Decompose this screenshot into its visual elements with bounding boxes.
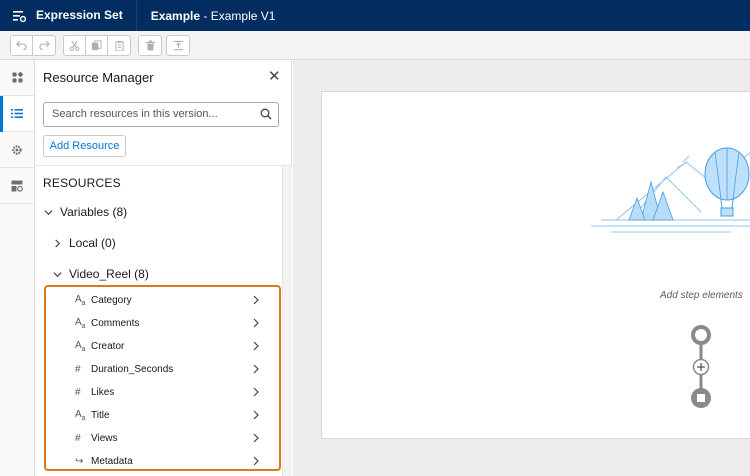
resources-icon <box>11 109 23 118</box>
elements-icon <box>11 72 23 83</box>
settings-icon <box>12 144 22 155</box>
tree-variables[interactable]: Variables (8) <box>44 205 127 219</box>
start-node-icon <box>691 325 711 345</box>
number-type-icon: # <box>75 363 81 375</box>
resource-item-label: Category <box>91 294 132 306</box>
document-title: Example - Example V1 <box>151 9 276 23</box>
text-type-icon: Aa <box>75 316 86 330</box>
chevron-right-icon <box>253 387 259 397</box>
empty-canvas-text: Add step elements <box>660 290 743 301</box>
app-name: Expression Set <box>36 8 123 22</box>
tree-video-reel[interactable]: Video_Reel (8) <box>53 267 149 281</box>
paste-icon <box>114 40 124 51</box>
search-input[interactable] <box>44 103 249 125</box>
chevron-down-icon <box>44 209 53 215</box>
delete-icon <box>145 40 155 51</box>
chevron-right-icon <box>55 238 61 248</box>
resource-item[interactable]: # Duration_Seconds <box>75 361 260 377</box>
text-type-icon: Aa <box>75 339 86 353</box>
number-type-icon: # <box>75 432 81 444</box>
auto-layout-button[interactable] <box>167 36 189 55</box>
resource-item-label: Metadata <box>91 455 133 467</box>
chevron-right-icon <box>253 295 259 305</box>
history-button-group <box>10 35 56 56</box>
close-icon[interactable]: ✕ <box>268 69 281 84</box>
nav-elements[interactable] <box>0 60 34 96</box>
panel-divider <box>35 165 292 166</box>
chevron-right-icon <box>253 456 259 466</box>
canvas-frame: Add step elements <box>321 91 750 439</box>
search-icon[interactable] <box>260 108 272 120</box>
delete-button-group <box>138 35 162 56</box>
chevron-right-icon <box>253 410 259 420</box>
document-title-main: Example <box>150 8 201 23</box>
paste-button[interactable] <box>108 36 130 55</box>
toolbar <box>0 31 750 60</box>
resource-item[interactable]: Aa Comments <box>75 315 260 331</box>
resource-item[interactable]: Aa Category <box>75 292 260 308</box>
tree-local[interactable]: Local (0) <box>53 236 116 250</box>
undo-icon <box>16 40 27 51</box>
chevron-right-icon <box>253 318 259 328</box>
layout-icon <box>11 180 23 192</box>
resource-item[interactable]: # Views <box>75 430 260 446</box>
chevron-right-icon <box>253 341 259 351</box>
balloon-illustration-icon <box>591 147 750 233</box>
resource-item-label: Duration_Seconds <box>91 363 174 375</box>
align-button-group <box>166 35 190 56</box>
document-title-version: - Example V1 <box>200 8 276 23</box>
panel-title: Resource Manager <box>43 70 154 85</box>
flow-canvas[interactable]: Add step elements <box>293 60 750 476</box>
resource-item-label: Views <box>91 432 118 444</box>
video-reel-label: Video_Reel (8) <box>69 267 149 281</box>
chevron-down-icon <box>53 271 62 277</box>
nav-layout[interactable] <box>0 168 34 204</box>
resource-item[interactable]: Aa Title <box>75 407 260 423</box>
number-type-icon: # <box>75 386 81 398</box>
variables-label: Variables (8) <box>60 205 128 219</box>
copy-button[interactable] <box>86 36 108 55</box>
nav-settings[interactable] <box>0 132 34 168</box>
search-box <box>43 102 279 127</box>
redo-button[interactable] <box>33 36 55 55</box>
resource-item[interactable]: Aa Creator <box>75 338 260 354</box>
resource-item[interactable]: ↪ Metadata <box>75 453 260 469</box>
header-divider <box>135 0 137 31</box>
cut-button[interactable] <box>64 36 86 55</box>
resource-item-label: Likes <box>91 386 115 398</box>
panel-scrollbar[interactable] <box>282 166 292 476</box>
app-header: Expression Set Example - Example V1 <box>0 0 750 31</box>
left-nav <box>0 60 35 476</box>
nav-resources[interactable] <box>0 96 34 132</box>
delete-button[interactable] <box>139 36 161 55</box>
text-type-icon: Aa <box>75 293 86 307</box>
text-type-icon: Aa <box>75 408 86 422</box>
resource-item-label: Title <box>91 409 110 421</box>
expression-set-icon <box>11 8 27 24</box>
flow-path <box>691 325 711 408</box>
align-icon <box>173 40 183 51</box>
chevron-right-icon <box>253 364 259 374</box>
local-label: Local (0) <box>69 236 116 250</box>
lookup-type-icon: ↪ <box>75 455 84 467</box>
resource-item-label: Creator <box>91 340 125 352</box>
resources-heading: RESOURCES <box>43 176 121 190</box>
add-resource-button[interactable]: Add Resource <box>43 135 126 157</box>
undo-button[interactable] <box>11 36 33 55</box>
copy-icon <box>91 40 102 51</box>
cut-icon <box>69 40 80 51</box>
resource-item[interactable]: # Likes <box>75 384 260 400</box>
clipboard-button-group <box>63 35 131 56</box>
resource-item-label: Comments <box>91 317 140 329</box>
chevron-right-icon <box>253 433 259 443</box>
redo-icon <box>38 40 50 51</box>
